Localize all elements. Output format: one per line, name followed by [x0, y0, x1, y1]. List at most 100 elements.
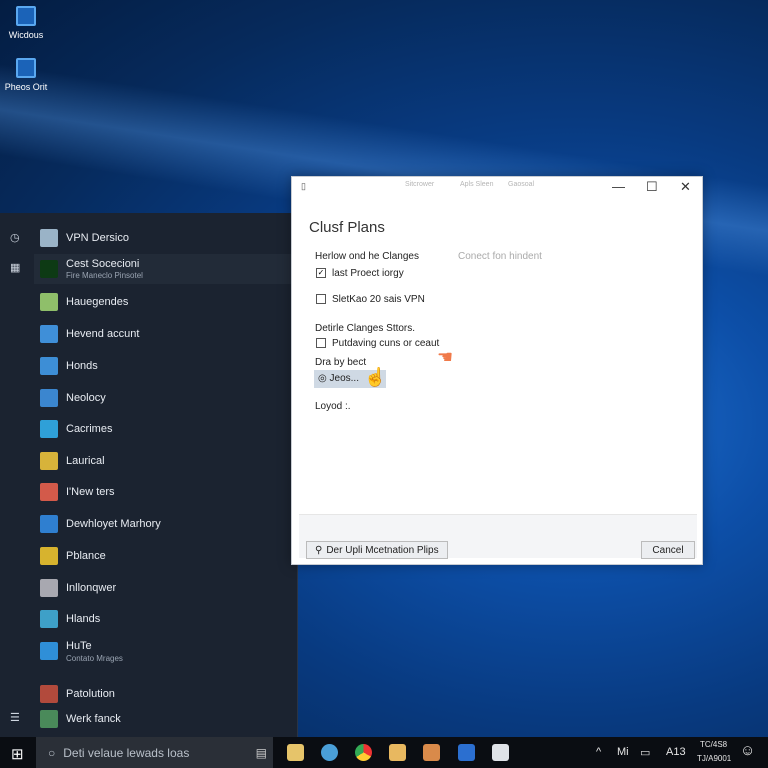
list-icon[interactable]: ☰ [10, 711, 20, 724]
start-menu-item[interactable]: Patolution [34, 680, 296, 708]
app-label: Neolocy [66, 392, 106, 404]
app-icon [40, 642, 58, 660]
app-icon [40, 483, 58, 501]
app-label: Pblance [66, 550, 106, 562]
cortana-icon: ○ [48, 745, 56, 760]
mail-icon[interactable] [423, 744, 440, 761]
start-menu-item[interactable]: VPN Dersico [34, 224, 296, 252]
windows-start-icon[interactable]: ⊞ [11, 745, 24, 763]
start-menu-item[interactable]: Inllonqwer [34, 574, 296, 602]
file-explorer-icon[interactable] [287, 744, 304, 761]
checkbox-option-3[interactable] [316, 338, 326, 348]
app-label: HuTe [66, 640, 92, 652]
pointing-hand-icon: ☚ [437, 347, 454, 367]
photos-app-icon [16, 58, 36, 78]
close-button[interactable]: ✕ [680, 179, 691, 195]
search-placeholder: Deti velaue lewads loas [63, 745, 190, 760]
app-icon [40, 610, 58, 628]
app-icon: ▯ [301, 181, 306, 191]
cancel-button[interactable]: Cancel [641, 541, 695, 559]
app-icon [40, 685, 58, 703]
minimize-button[interactable]: — [612, 179, 625, 194]
desktop-icon-label: Pheos Orit [4, 82, 48, 92]
app-label: Honds [66, 360, 98, 372]
start-menu-item[interactable]: Neolocy [34, 384, 296, 412]
app-icon [40, 389, 58, 407]
start-menu-item[interactable]: Laurical [34, 447, 296, 475]
checkbox-option-2[interactable] [316, 294, 326, 304]
app-icon [40, 260, 58, 278]
task-view-icon[interactable]: ▤ [256, 746, 267, 760]
app-icon [40, 325, 58, 343]
title-bar: ▯ Sitcrower Apls Sleen Gaosoal — ☐ ✕ [292, 177, 702, 199]
loading-text: Loyod :. [315, 401, 351, 412]
start-menu-item[interactable]: Hauegendes [34, 288, 296, 316]
start-menu-item[interactable]: Hlands [34, 605, 296, 633]
field-value: Jeos... [329, 373, 359, 384]
app-label: VPN Dersico [66, 232, 129, 244]
app-label: Cest Socecioni [66, 258, 140, 270]
start-menu-item[interactable]: HuTe Contato Mrages [34, 637, 296, 665]
checkbox-option-1[interactable]: ✓ [316, 268, 326, 278]
start-menu-item[interactable]: Cest Socecioni Fire Maneclo Pinsotel [34, 254, 296, 284]
clock-time[interactable]: TC/4S8 [700, 740, 727, 749]
hand-cursor-icon: ☝ [364, 367, 387, 387]
dialog-footer: ⚲ Der Upli Mcetnation Plips Cancel [299, 514, 697, 559]
app-icon [40, 357, 58, 375]
app-icon [40, 579, 58, 597]
app-label: Inllonqwer [66, 582, 117, 594]
folder-icon[interactable] [389, 744, 406, 761]
hint-text: Conect fon hindent [458, 251, 542, 262]
app-label: Hevend accunt [66, 328, 140, 340]
desktop-icon-label: Wicdous [8, 30, 44, 40]
app-label: Patolution [66, 688, 115, 700]
app-icon [40, 710, 58, 728]
search-icon: ⚲ [315, 544, 323, 556]
clock-date[interactable]: TJ/A9001 [697, 754, 731, 763]
apply-plans-label: Der Upli Mcetnation Plips [326, 544, 439, 556]
app-icon[interactable] [492, 744, 509, 761]
desktop-icon-windows[interactable]: Wicdous [0, 6, 56, 40]
language-indicator[interactable]: Mi [617, 746, 629, 758]
globe-icon: ◎ [318, 373, 330, 384]
app-icon [40, 293, 58, 311]
start-menu-item[interactable]: Dewhloyet Marhory [34, 510, 296, 538]
app-subtitle: Fire Maneclo Pinsotel [66, 271, 143, 280]
option-3-label: Putdaving cuns or ceaut [332, 338, 440, 349]
field-label: Dra by bect [315, 357, 367, 368]
start-menu-item[interactable]: I'New ters [34, 478, 296, 506]
title-bar-text: Sitcrower [405, 181, 435, 188]
app-icon [40, 515, 58, 533]
word-icon[interactable] [458, 744, 475, 761]
title-bar-text: Gaosoal [508, 181, 535, 188]
app-label: Cacrimes [66, 423, 113, 435]
recent-icon[interactable]: ◷ [10, 231, 20, 244]
option-2-label: SletKao 20 sais VPN [332, 294, 425, 305]
chrome-icon[interactable] [355, 744, 372, 761]
maximize-button[interactable]: ☐ [646, 179, 658, 195]
app-icon [40, 452, 58, 470]
apply-plans-button[interactable]: ⚲ Der Upli Mcetnation Plips [306, 541, 448, 559]
search-box[interactable]: ○ Deti velaue lewads loas ▤ [36, 737, 273, 768]
desktop-icon-photos[interactable]: Pheos Orit [0, 58, 56, 92]
app-label: Dewhloyet Marhory [66, 518, 161, 530]
all-apps-icon[interactable]: ▦ [10, 261, 20, 274]
app-label: Hlands [66, 613, 101, 625]
start-menu-item[interactable]: Honds [34, 352, 296, 380]
app-label: Hauegendes [66, 296, 129, 308]
volume-indicator[interactable]: A13 [666, 746, 686, 758]
start-menu: ◷ ▦ ☰ VPN Dersico Cest Socecioni Fire Mane… [0, 213, 298, 737]
start-menu-item[interactable]: Hevend accunt [34, 320, 296, 348]
tray-chevron-icon[interactable]: ^ [596, 746, 601, 758]
dialog-window: ▯ Sitcrower Apls Sleen Gaosoal — ☐ ✕ Clu… [291, 176, 703, 565]
network-icon[interactable]: ▭ [640, 746, 650, 759]
notification-icon[interactable]: ☺ [740, 742, 755, 759]
app-label: Werk fanck [66, 713, 121, 725]
taskbar: ⊞ ○ Deti velaue lewads loas ▤ ^ Mi ▭ A13 T… [0, 737, 768, 768]
start-menu-item[interactable]: Cacrimes [34, 415, 296, 443]
start-menu-item[interactable]: Werk fanck [34, 705, 296, 733]
start-menu-item[interactable]: Pblance [34, 542, 296, 570]
edge-icon[interactable] [321, 744, 338, 761]
section-heading: Detirle Clanges Sttors. [315, 323, 416, 334]
title-bar-text: Apls Sleen [460, 181, 494, 188]
